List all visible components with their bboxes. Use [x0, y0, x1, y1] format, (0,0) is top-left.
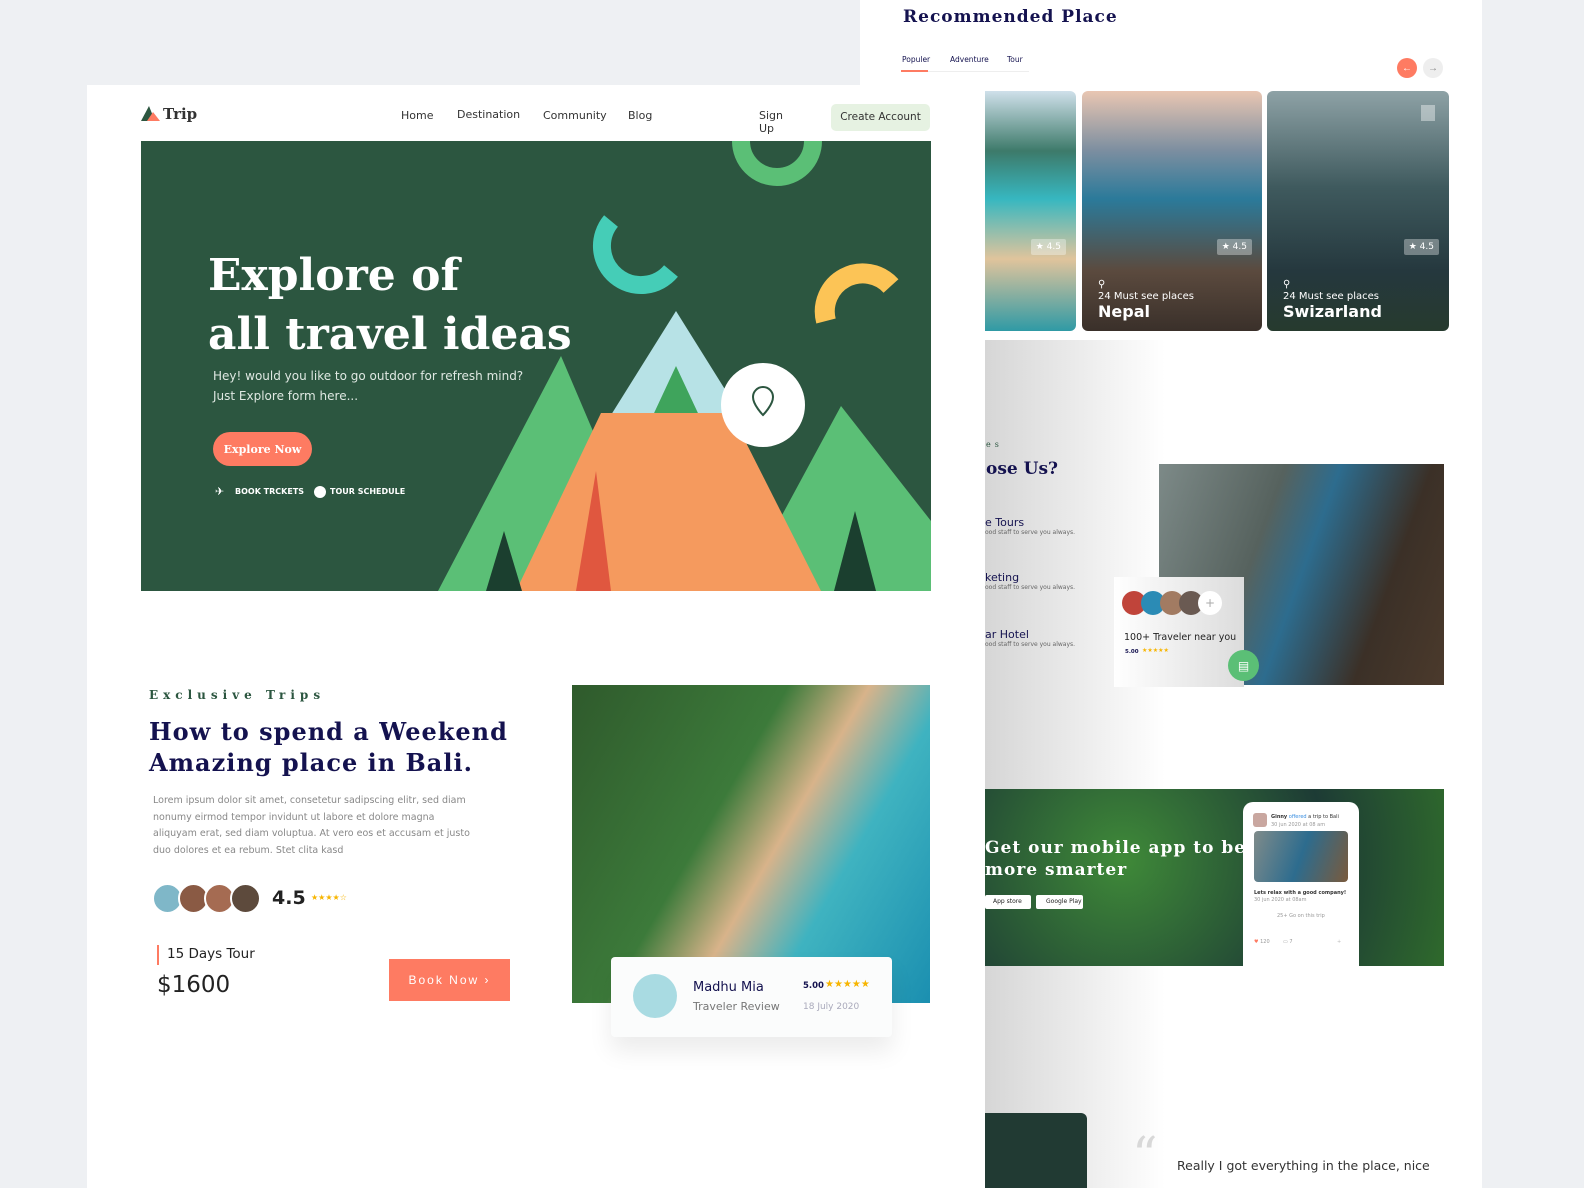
traveler-card: + 100+ Traveler near you 5.00 ★★★★★ [1114, 577, 1244, 687]
prev-arrow-button[interactable]: ← [1397, 58, 1417, 78]
traveler-avatars [152, 883, 261, 914]
hero-subtitle-line1: Hey! would you like to go outdoor for re… [213, 369, 524, 383]
place-card-beach[interactable]: ★ 4.5 [985, 91, 1076, 331]
book-now-button[interactable]: Book Now › [389, 959, 510, 1001]
trip-eyebrow: Exclusive Trips [149, 688, 326, 702]
app-store-button[interactable]: App store [985, 895, 1031, 909]
comment-count: 7 [1289, 939, 1293, 945]
post-verb: offered [1288, 814, 1307, 820]
post-rest: a trip to Bali [1308, 814, 1339, 820]
post-going: 25+ Go on this trip [1277, 913, 1325, 919]
clock-icon [314, 486, 326, 498]
recommended-title: Recommended Place [903, 7, 1118, 27]
card-count: 24 Must see places [1283, 291, 1379, 302]
nav-community[interactable]: Community [543, 109, 607, 122]
card-name: Nepal [1098, 302, 1150, 321]
reviewer-name: Madhu Mia [693, 980, 764, 995]
why-eyebrow: es [986, 440, 1003, 449]
place-card-switzerland[interactable]: ★ 4.5 ⚲ 24 Must see places Swizarland [1267, 91, 1449, 331]
card-rating: ★ 4.5 [1030, 239, 1066, 255]
post-caption: Lets relax with a good company! [1254, 890, 1347, 896]
trip-rating: 4.5 [272, 887, 306, 909]
tab-indicator [901, 70, 928, 72]
traveler-stars: ★★★★★ [1142, 647, 1169, 654]
nav-blog[interactable]: Blog [628, 109, 652, 122]
add-icon[interactable]: + [1337, 939, 1341, 945]
bali-beach-image [572, 685, 930, 1003]
tab-adventure[interactable]: Adventure [950, 55, 989, 64]
explore-now-button[interactable]: Explore Now [213, 432, 312, 466]
add-traveler-button[interactable]: + [1198, 591, 1222, 615]
comment-icon[interactable]: ▭ 7 [1283, 939, 1293, 945]
hero-title-line2: all travel ideas [208, 309, 572, 360]
card-rating: ★ 4.5 [1216, 239, 1252, 255]
quote-icon: “ [1132, 1126, 1158, 1184]
reviewer-role: Traveler Review [693, 1000, 780, 1013]
bookmark-icon[interactable] [1421, 105, 1435, 121]
traveler-count: 100+ Traveler near you [1124, 632, 1237, 643]
card-name: Swizarland [1283, 302, 1382, 321]
review-score: 5.00 [803, 981, 824, 991]
trip-title-line1: How to spend a Weekend [149, 717, 508, 746]
location-pin-icon: ⚲ [1283, 279, 1291, 290]
card-count: 24 Must see places [1098, 291, 1194, 302]
plane-icon: ✈ [215, 485, 225, 498]
book-tickets-link[interactable]: BOOK TRCKETS [235, 487, 304, 496]
google-play-button[interactable]: Google Play [1036, 895, 1083, 909]
hero-title-line1: Explore of [208, 250, 460, 301]
logo-icon [141, 106, 160, 121]
hero-banner: Explore of all travel ideas Hey! would y… [141, 141, 931, 591]
chat-icon[interactable]: ▤ [1228, 650, 1259, 681]
post-time: 30 jun 2020 at 08 am [1271, 822, 1326, 828]
nav-destination[interactable]: Destination [457, 108, 520, 121]
trip-price: $1600 [157, 972, 231, 998]
trip-duration: 15 Days Tour [167, 946, 255, 962]
next-arrow-button[interactable]: → [1423, 58, 1443, 78]
create-account-button[interactable]: Create Account [831, 104, 930, 131]
feature-title: e Tours [985, 516, 1025, 529]
logo-text: Trip [163, 105, 198, 123]
why-title: ose Us? [986, 459, 1059, 479]
app-post-card: Ginny offered a trip to Bali 30 jun 2020… [1243, 802, 1359, 966]
nav-home[interactable]: Home [401, 109, 433, 122]
avatar [230, 883, 261, 914]
post-caption-time: 30 jun 2020 at 08am [1254, 897, 1307, 903]
traveler-score: 5.00 [1125, 649, 1139, 655]
hero-subtitle-line2: Just Explore form here... [213, 389, 359, 403]
post-user: Ginny [1271, 814, 1288, 820]
post-avatar [1253, 813, 1267, 827]
testimonial-photo [985, 1113, 1087, 1188]
tour-schedule-link[interactable]: TOUR SCHEDULE [330, 487, 405, 496]
feature-desc: ood staff to serve you always. [985, 641, 1076, 648]
post-image [1254, 831, 1348, 882]
tab-tour[interactable]: Tour [1007, 55, 1023, 64]
trip-stars: ★★★★☆ [311, 893, 347, 902]
like-count: 120 [1260, 939, 1270, 945]
feature-desc: ood staff to serve you always. [985, 529, 1076, 536]
feature-title: ar Hotel [985, 628, 1029, 641]
accent-bar [157, 945, 159, 965]
feature-title: keting [985, 571, 1020, 584]
review-card: Madhu Mia Traveler Review 5.00 ★★★★★ 18 … [611, 957, 892, 1037]
app-title-line1: Get our mobile app to be [985, 838, 1247, 858]
like-icon[interactable]: ♥ 120 [1254, 939, 1270, 945]
location-pin-icon: ⚲ [1098, 279, 1106, 290]
review-stars: ★★★★★ [825, 979, 870, 990]
sign-up-link[interactable]: Sign Up [759, 109, 783, 135]
trip-title-line2: Amazing place in Bali. [149, 748, 473, 777]
feature-desc: ood staff to serve you always. [985, 584, 1076, 591]
app-title-line2: more smarter [985, 860, 1128, 880]
tab-populer[interactable]: Populer [902, 55, 930, 64]
trip-description: Lorem ipsum dolor sit amet, consetetur s… [153, 795, 470, 856]
place-card-nepal[interactable]: ★ 4.5 ⚲ 24 Must see places Nepal [1082, 91, 1262, 331]
testimonial-quote: Really I got everything in the place, ni… [1177, 1158, 1430, 1173]
review-date: 18 July 2020 [803, 1002, 860, 1012]
reviewer-avatar [633, 974, 677, 1018]
card-rating: ★ 4.5 [1403, 239, 1439, 255]
